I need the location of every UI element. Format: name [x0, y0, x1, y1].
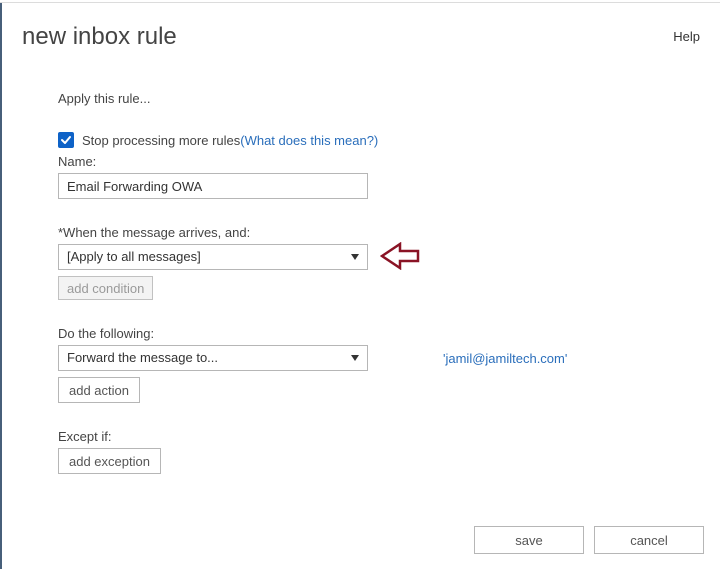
chevron-down-icon [351, 254, 359, 260]
action-select[interactable]: Forward the message to... [58, 345, 368, 371]
do-following-label: Do the following: [58, 326, 658, 341]
when-condition-value: [Apply to all messages] [67, 249, 201, 264]
arrow-left-icon [380, 242, 420, 270]
stop-processing-label: Stop processing more rules [82, 133, 240, 148]
name-label: Name: [58, 154, 658, 169]
forward-recipient[interactable]: 'jamil@jamiltech.com' [443, 351, 567, 366]
except-if-label: Except if: [58, 429, 658, 444]
help-link[interactable]: Help [673, 29, 700, 44]
rule-name-input[interactable] [58, 173, 368, 199]
chevron-down-icon [351, 355, 359, 361]
page-title: new inbox rule [22, 23, 177, 51]
stop-processing-checkbox[interactable] [58, 132, 74, 148]
add-action-button[interactable]: add action [58, 377, 140, 403]
save-button[interactable]: save [474, 526, 584, 554]
check-icon [60, 134, 72, 146]
cancel-button[interactable]: cancel [594, 526, 704, 554]
what-does-this-mean-link[interactable]: (What does this mean?) [240, 133, 378, 148]
add-exception-button[interactable]: add exception [58, 448, 161, 474]
action-value: Forward the message to... [67, 350, 218, 365]
when-condition-select[interactable]: [Apply to all messages] [58, 244, 368, 270]
apply-rule-label: Apply this rule... [58, 91, 658, 106]
when-label: *When the message arrives, and: [58, 225, 658, 240]
add-condition-button: add condition [58, 276, 153, 300]
